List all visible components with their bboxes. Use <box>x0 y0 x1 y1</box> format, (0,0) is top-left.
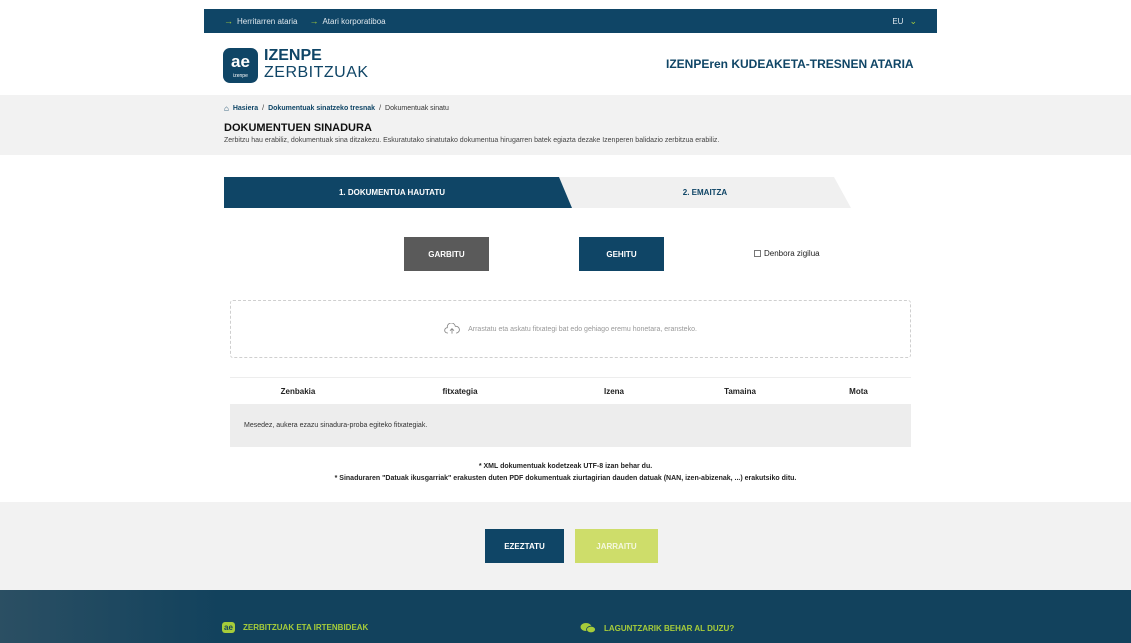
files-table: Zenbakia fitxategia Izena Tamaina Mota M… <box>230 377 911 447</box>
brand-name[interactable]: IZENPE ZERBITZUAK <box>264 48 369 82</box>
breadcrumb: ⌂ Hasiera / Dokumentuak sinatzeko tresna… <box>224 104 449 113</box>
help-label: LAGUNTZARIK BEHAR AL DUZU? <box>604 623 735 633</box>
top-bar-inner: → Herritarren ataria → Atari korporatibo… <box>204 9 937 33</box>
column-type: Mota <box>849 386 868 396</box>
arrow-right-icon: → <box>224 16 233 26</box>
page-description: Zerbitzu hau erabiliz, dokumentuak sina … <box>224 137 720 144</box>
site-header: ae izenpe IZENPE ZERBITZUAK IZENPEren KU… <box>0 33 1131 95</box>
column-number: Zenbakia <box>280 386 316 396</box>
portal-title: IZENPEren KUDEAKETA-TRESNEN ATARIA <box>666 57 914 71</box>
chevron-down-icon: ⌄ <box>909 15 917 26</box>
logo-mark: ae <box>231 52 250 71</box>
timestamp-checkbox[interactable] <box>754 250 761 257</box>
help-link[interactable]: LAGUNTZARIK BEHAR AL DUZU? <box>580 622 734 634</box>
corporate-portal-link[interactable]: → Atari korporatiboa <box>309 16 385 26</box>
step-result: 2. EMAITZA <box>559 177 851 208</box>
column-name: Izena <box>603 386 624 396</box>
services-label: ZERBITZUAK ETA IRTENBIDEAK <box>243 623 369 632</box>
brand-line-2: ZERBITZUAK <box>264 64 369 81</box>
add-button[interactable]: GEHITU <box>579 237 664 271</box>
breadcrumb-signing-tools[interactable]: Dokumentuak sinatzeko tresnak <box>268 105 375 112</box>
izenpe-logo[interactable]: ae izenpe <box>223 48 258 83</box>
clear-button[interactable]: GARBITU <box>404 237 489 271</box>
cancel-button[interactable]: EZEZTATU <box>485 529 564 563</box>
step-select-document: 1. DOKUMENTUA HAUTATU <box>224 177 572 208</box>
dropzone-text: Arrastatu eta askatu fitxategi bat edo g… <box>468 325 697 333</box>
top-bar: → Herritarren ataria → Atari korporatibo… <box>0 0 1131 33</box>
chat-bubbles-icon <box>580 623 596 634</box>
file-dropzone[interactable]: Arrastatu eta askatu fitxategi bat edo g… <box>230 300 911 358</box>
breadcrumb-separator: / <box>262 105 265 112</box>
izenpe-logo-icon: ae <box>222 622 235 633</box>
action-bar <box>0 502 1131 590</box>
breadcrumb-current: Dokumentuak sinatu <box>385 105 449 112</box>
timestamp-label: Denbora zigilua <box>764 249 820 258</box>
column-size: Tamaina <box>724 386 756 396</box>
cloud-upload-icon <box>444 323 460 334</box>
continue-button[interactable]: JARRAITU <box>575 529 658 563</box>
site-footer: ae ZERBITZUAK ETA IRTENBIDEAK LAGUNTZARI… <box>0 590 1131 643</box>
home-icon: ⌂ <box>224 104 229 113</box>
table-empty-row: Mesedez, aukera ezazu sinadura-proba egi… <box>230 404 911 447</box>
column-file: fitxategia <box>442 386 478 396</box>
timestamp-checkbox-wrapper[interactable]: Denbora zigilua <box>754 249 820 258</box>
breadcrumb-home[interactable]: Hasiera <box>233 105 258 112</box>
arrow-right-icon: → <box>309 16 319 26</box>
footer-background-image <box>0 590 220 643</box>
note-pdf-visible-data: * Sinaduraren "Datuak ikusgarriak" eraku… <box>334 475 797 482</box>
note-xml-encoding: * XML dokumentuak kodetzeak UTF-8 izan b… <box>478 463 653 470</box>
empty-message: Mesedez, aukera ezazu sinadura-proba egi… <box>244 422 428 429</box>
citizen-portal-link[interactable]: → Herritarren ataria <box>224 16 297 26</box>
notes: * XML dokumentuak kodetzeak UTF-8 izan b… <box>0 461 1131 485</box>
services-link[interactable]: ae ZERBITZUAK ETA IRTENBIDEAK <box>222 622 368 633</box>
language-label: EU <box>892 16 904 26</box>
language-selector[interactable]: EU ⌄ <box>892 16 917 27</box>
corporate-portal-label: Atari korporatiboa <box>322 16 386 26</box>
table-header: Zenbakia fitxategia Izena Tamaina Mota <box>230 377 911 404</box>
title-section: ⌂ Hasiera / Dokumentuak sinatzeko tresna… <box>0 95 1131 155</box>
brand-line-1: IZENPE <box>264 47 322 64</box>
citizen-portal-label: Herritarren ataria <box>237 16 298 26</box>
wizard-steps: 2. EMAITZA 1. DOKUMENTUA HAUTATU <box>224 177 851 208</box>
page-title: DOKUMENTUEN SINADURA <box>224 122 372 134</box>
breadcrumb-separator: / <box>379 105 382 112</box>
logo-small-text: izenpe <box>233 73 248 79</box>
